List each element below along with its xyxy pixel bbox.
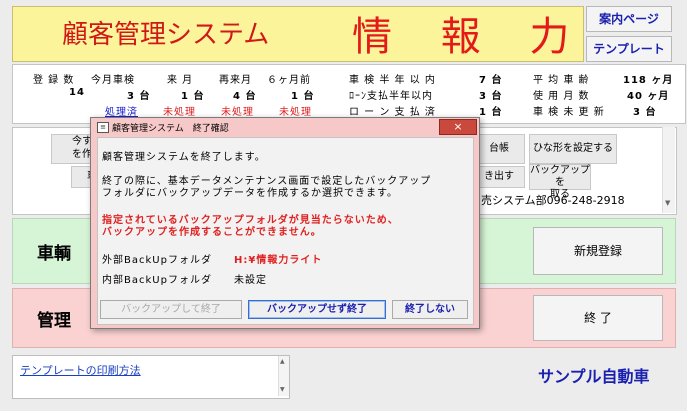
stat-header-next-month: 来 月 xyxy=(167,75,194,86)
stat-value-month-after: 4 台 xyxy=(233,91,257,102)
stat-value-inspection: 7 台 xyxy=(479,75,503,86)
stat-label-loan-paid: ロ ー ン 支 払 済 xyxy=(349,107,436,118)
internal-backup-label: 内部BackUpフォルダ xyxy=(102,275,212,286)
export-button[interactable]: き出す xyxy=(473,166,525,188)
stat-header-registered: 登 録 数 xyxy=(33,75,75,86)
stat-value-next-month: 1 台 xyxy=(181,91,205,102)
set-template-button[interactable]: ひな形を設定する xyxy=(529,134,617,164)
template-button[interactable]: テンプレート xyxy=(586,36,672,62)
dialog-message-3: フォルダにバックアップデータを作成するか選択できます。 xyxy=(102,188,398,199)
ledger-button[interactable]: 台帳 xyxy=(473,134,525,164)
exit-confirm-dialog: ≡ 顧客管理システム 終了確認 × 顧客管理システムを終了します。 終了の際に、… xyxy=(90,117,480,329)
manage-label: 管理 xyxy=(37,311,71,331)
stat-header-six-months: ６ヶ月前 xyxy=(267,75,311,86)
cancel-exit-button[interactable]: 終了しない xyxy=(392,300,468,319)
exit-button[interactable]: 終 了 xyxy=(533,295,663,341)
stat-header-month-after: 再来月 xyxy=(219,75,252,86)
dialog-titlebar[interactable]: ≡ 顧客管理システム 終了確認 × xyxy=(91,118,479,136)
stats-panel: 登 録 数 今月車検 来 月 再来月 ６ヶ月前 14 3 台 1 台 4 台 1… xyxy=(12,64,686,124)
stat-value-this-month: 3 台 xyxy=(127,91,151,102)
stat-header-this-month: 今月車検 xyxy=(91,75,135,86)
chevron-up-icon[interactable]: ▲ xyxy=(280,358,285,365)
stat-label-usage-months: 使 用 月 数 xyxy=(533,91,590,102)
stat-value-usage-months: 40 ヶ月 xyxy=(627,91,670,102)
external-backup-label: 外部BackUpフォルダ xyxy=(102,255,212,266)
status-unprocessed-six[interactable]: 未処理 xyxy=(279,103,312,118)
stat-value-registered: 14 xyxy=(69,87,85,98)
dialog-warning-2: バックアップを作成することができません。 xyxy=(102,227,322,238)
status-processed-link[interactable]: 処理済 xyxy=(105,103,138,118)
dialog-title: 顧客管理システム 終了確認 xyxy=(112,124,229,134)
exit-without-backup-button[interactable]: バックアップせず終了 xyxy=(248,300,386,319)
status-unprocessed-after[interactable]: 未処理 xyxy=(221,103,254,118)
banner-title: 情 報 力 xyxy=(352,14,588,60)
stat-label-not-renewed: 車 検 未 更 新 xyxy=(533,107,605,118)
take-backup-label-1: バックアップを xyxy=(530,165,590,188)
info-box-scrollbar[interactable]: ▲ ▼ xyxy=(278,356,289,396)
stat-value-not-renewed: 3 台 xyxy=(633,107,657,118)
company-name: サンプル自動車 xyxy=(538,367,650,386)
stat-value-loan-paid: 1 台 xyxy=(479,107,503,118)
dialog-message-1: 顧客管理システムを終了します。 xyxy=(102,152,266,163)
stat-value-six-months: 1 台 xyxy=(291,91,315,102)
stat-label-inspection: 車 検 半 年 以 内 xyxy=(349,75,436,86)
stat-label-avg-age: 平 均 車 齢 xyxy=(533,75,590,86)
stat-label-loan-half: ﾛｰﾝ支払半年以内 xyxy=(349,91,433,102)
banner-subtitle: 顧客管理システム xyxy=(62,20,270,50)
chevron-down-icon[interactable]: ▼ xyxy=(280,386,285,393)
contact-info: 売システム部096-248-2918 xyxy=(481,194,625,207)
dialog-content: 顧客管理システムを終了します。 終了の際に、基本データメンテナンス画面で設定した… xyxy=(97,137,474,325)
status-unprocessed-next[interactable]: 未処理 xyxy=(163,103,196,118)
stat-value-loan-half: 3 台 xyxy=(479,91,503,102)
form-icon: ≡ xyxy=(97,122,109,133)
close-icon[interactable]: × xyxy=(439,119,477,135)
template-print-link[interactable]: テンプレートの印刷方法 xyxy=(20,362,141,378)
chevron-down-icon[interactable]: ▼ xyxy=(665,199,670,207)
vehicle-label: 車輌 xyxy=(37,244,71,264)
backup-and-exit-button[interactable]: バックアップして終了 xyxy=(100,300,242,319)
external-backup-value: H:¥情報力ライト xyxy=(234,255,323,266)
take-backup-button[interactable]: バックアップを 取る xyxy=(529,164,591,200)
new-register-button[interactable]: 新規登録 xyxy=(533,227,663,275)
stat-value-avg-age: 118 ヶ月 xyxy=(623,75,674,86)
action-panel-scrollbar[interactable]: ▼ xyxy=(662,127,675,213)
guide-page-button[interactable]: 案内ページ xyxy=(586,6,672,32)
internal-backup-value: 未設定 xyxy=(234,275,267,286)
